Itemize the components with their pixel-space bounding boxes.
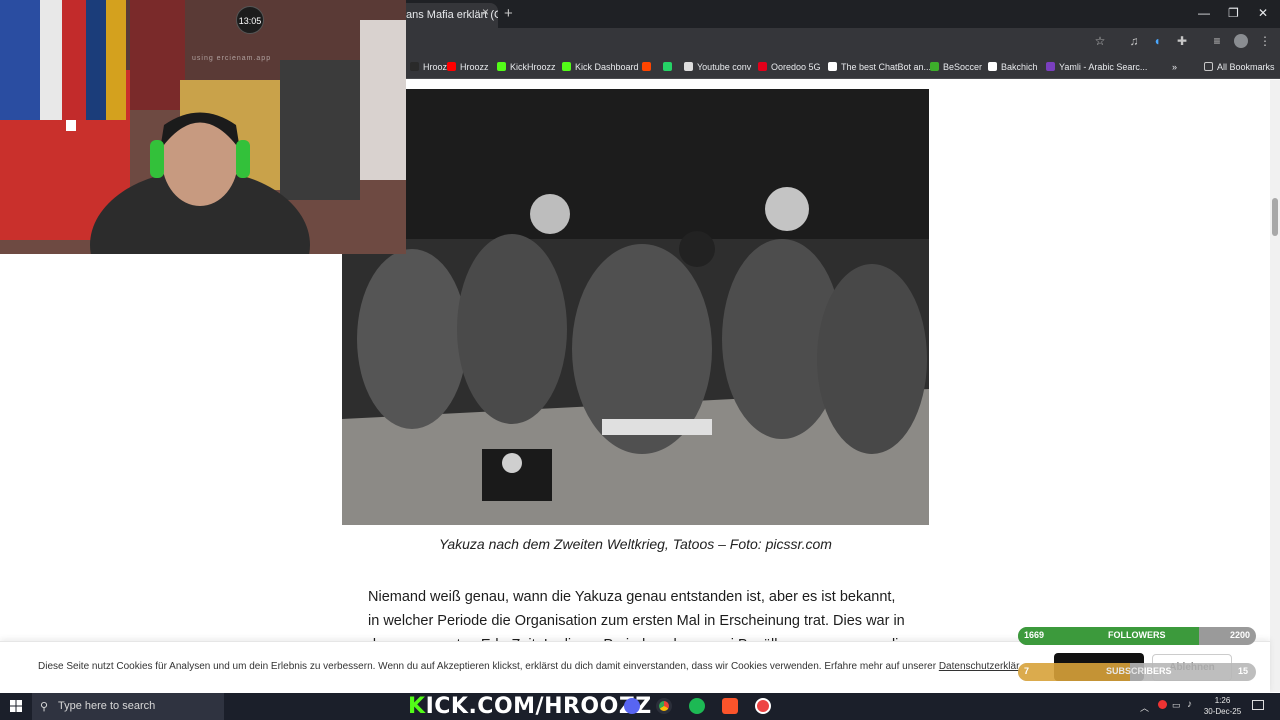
bookmark-favicon-icon (642, 62, 651, 71)
screen: ans Mafia erklärt (G... × + — ❐ ✕ ☆ ♫ ◖ … (0, 0, 1280, 720)
bookmark-item[interactable]: Ooredoo 5G (758, 61, 821, 73)
bookmark-favicon-icon (447, 62, 456, 71)
followers-current: 1669 (1024, 630, 1045, 640)
bookmark-label: The best ChatBot an... (841, 62, 932, 72)
page-scrollbar[interactable] (1270, 80, 1280, 692)
brave-icon[interactable] (722, 698, 738, 714)
bookmark-label: KickHroozz (510, 62, 556, 72)
bookmark-favicon-icon (410, 62, 419, 71)
maximize-button[interactable]: ❐ (1228, 6, 1239, 20)
tab-close-icon[interactable]: × (482, 5, 489, 19)
close-window-button[interactable]: ✕ (1258, 6, 1268, 20)
bookmark-label: BeSoccer (943, 62, 983, 72)
webcam-clock: 13:05 (236, 6, 264, 34)
stream-url-banner: KICK.COM/HROOZZ (408, 694, 652, 719)
followers-goal: 2200 (1229, 630, 1250, 640)
menu-kebab-icon[interactable]: ⋮ (1258, 34, 1272, 48)
subscribers-current: 7 (1024, 666, 1030, 676)
bookmark-item[interactable] (642, 61, 655, 73)
clock-time: 1:26 (1214, 696, 1231, 705)
media-control-icon[interactable]: ≡ (1210, 34, 1224, 48)
article-photo (342, 89, 929, 525)
scrollbar-thumb[interactable] (1272, 198, 1278, 236)
discord-icon[interactable] (624, 698, 640, 714)
chrome-icon[interactable] (656, 698, 672, 714)
more-bookmarks-icon[interactable]: » (1172, 61, 1177, 73)
cookie-text: Diese Seite nutzt Cookies für Analysen u… (38, 661, 1019, 672)
notifications-icon[interactable] (1252, 700, 1264, 710)
bookmark-item[interactable] (663, 61, 676, 73)
bookmark-label: Ooredoo 5G (771, 62, 821, 72)
privacy-link[interactable]: Datenschutzerklär (939, 661, 1020, 672)
minimize-button[interactable]: — (1198, 6, 1210, 20)
cookie-message: Diese Seite nutzt Cookies für Analysen u… (38, 661, 937, 672)
bookmark-item[interactable]: Bakchich (988, 61, 1038, 73)
bookmark-item[interactable]: The best ChatBot an... (828, 61, 931, 73)
bookmark-favicon-icon (1046, 62, 1055, 71)
bookmark-item[interactable]: BeSoccer (930, 61, 982, 73)
extension-music-icon[interactable]: ♫ (1127, 34, 1141, 48)
bookmark-label: Youtube conv (697, 62, 752, 72)
bookmark-favicon-icon (758, 62, 767, 71)
tray-record-icon[interactable] (1158, 700, 1167, 709)
stream-url-text: ICK.COM/HROOZZ (425, 694, 652, 719)
clock-date: 30-Dec-25 (1203, 707, 1242, 716)
volume-icon[interactable]: ♪ (1187, 699, 1192, 710)
followers-goal-bar: 1669 FOLLOWERS 2200 (1018, 627, 1256, 645)
extensions-puzzle-icon[interactable]: ✚ (1175, 34, 1189, 48)
taskbar-search-box[interactable]: Type here to search (32, 693, 224, 720)
bookmark-label: Yamli - Arabic Searc... (1059, 62, 1148, 72)
bookmark-label: Bakchich (1001, 62, 1038, 72)
bookmark-item[interactable]: Hroozz (410, 61, 452, 73)
folder-icon (1204, 62, 1213, 71)
bookmark-favicon-icon (988, 62, 997, 71)
subscribers-goal: 15 (1237, 666, 1248, 676)
photo-caption: Yakuza nach dem Zweiten Weltkrieg, Tatoo… (439, 536, 832, 552)
bookmark-label: Hroozz (460, 62, 489, 72)
bookmark-item[interactable]: Yamli - Arabic Searc... (1046, 61, 1147, 73)
followers-label: FOLLOWERS (1108, 630, 1166, 640)
bookmark-favicon-icon (828, 62, 837, 71)
taskbar-clock[interactable]: 1:26 30-Dec-25 (1200, 695, 1245, 717)
subscribers-goal-bar: 7 SUBSCRIBERS 15 (1018, 663, 1256, 681)
bookmark-favicon-icon (497, 62, 506, 71)
bookmark-item[interactable]: KickHroozz (497, 61, 556, 73)
extension-audio-icon[interactable]: ◖ (1150, 34, 1164, 48)
bookmark-label: Kick Dashboard (575, 62, 639, 72)
spotify-icon[interactable] (689, 698, 705, 714)
webcam-overlay (0, 0, 406, 254)
bookmark-item[interactable]: Hroozz (447, 61, 489, 73)
bookmark-favicon-icon (663, 62, 672, 71)
subscribers-label: SUBSCRIBERS (1106, 666, 1172, 676)
bookmark-favicon-icon (930, 62, 939, 71)
bookmark-item[interactable]: Youtube conv (684, 61, 751, 73)
bookmark-favicon-icon (562, 62, 571, 71)
all-bookmarks-folder[interactable]: All Bookmarks (1204, 61, 1275, 73)
webcam-watermark: using ercienam.app (192, 55, 272, 62)
bookmark-star-icon[interactable]: ☆ (1093, 34, 1107, 48)
stream-url-prefix: K (408, 694, 426, 719)
tray-chevron-icon[interactable]: ︿ (1140, 701, 1149, 714)
windows-start-icon[interactable] (10, 700, 22, 712)
network-icon[interactable]: ▭ (1172, 700, 1181, 711)
bookmark-item[interactable]: Kick Dashboard (562, 61, 639, 73)
app-icon[interactable] (755, 698, 771, 714)
bookmark-favicon-icon (684, 62, 693, 71)
profile-avatar[interactable] (1234, 34, 1248, 48)
new-tab-button[interactable]: + (504, 5, 513, 22)
search-icon: ⚲ (40, 701, 49, 713)
